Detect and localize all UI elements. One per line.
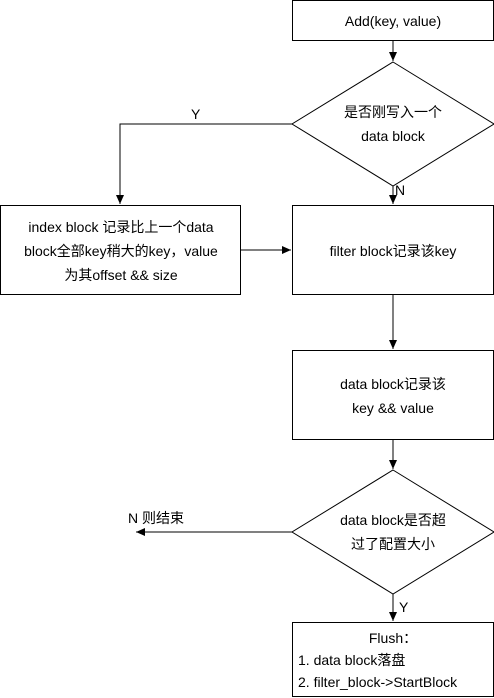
edge-label-yes-down: Y bbox=[399, 599, 409, 615]
data-block-line2: key && value bbox=[352, 399, 434, 416]
filter-block-label: filter block记录该key bbox=[293, 206, 493, 295]
flush-label: Flush： 1. data block落盘 2. filter_block->… bbox=[293, 623, 493, 697]
edge-label-no-down: N bbox=[395, 182, 406, 198]
written-decision-label: 是否刚写入一个 data block bbox=[322, 98, 464, 150]
written-decision-line2: data block bbox=[361, 128, 425, 144]
edge-label-yes-left: Y bbox=[191, 106, 201, 122]
index-block-line1: index block 记录比上一个data bbox=[28, 218, 214, 235]
data-block-line1: data block记录该 bbox=[340, 375, 446, 392]
flush-step-1: 1. data block落盘 bbox=[298, 652, 406, 668]
size-decision-label: data block是否超 过了配置大小 bbox=[322, 506, 464, 558]
size-decision-line2: 过了配置大小 bbox=[351, 536, 435, 552]
size-decision-line1: data block是否超 bbox=[340, 512, 446, 528]
filter-block-text: filter block记录该key bbox=[329, 242, 457, 259]
edge-label-no-end: N 则结束 bbox=[128, 510, 184, 526]
flush-step-2: 2. filter_block->StartBlock bbox=[298, 674, 458, 690]
flush-title: Flush： bbox=[368, 630, 418, 646]
index-block-line2: block全部key稍大的key，value bbox=[24, 242, 218, 259]
written-decision-line1: 是否刚写入一个 bbox=[344, 104, 442, 120]
index-block-label: index block 记录比上一个data block全部key稍大的key，… bbox=[1, 206, 241, 295]
add-text: Add(key, value) bbox=[344, 13, 442, 29]
add-label: Add(key, value) bbox=[293, 1, 493, 41]
arrow-decision-yes-to-index bbox=[116, 123, 292, 204]
index-block-line3: 为其offset && size bbox=[64, 266, 178, 283]
data-block-label: data block记录该 key && value bbox=[293, 351, 493, 440]
